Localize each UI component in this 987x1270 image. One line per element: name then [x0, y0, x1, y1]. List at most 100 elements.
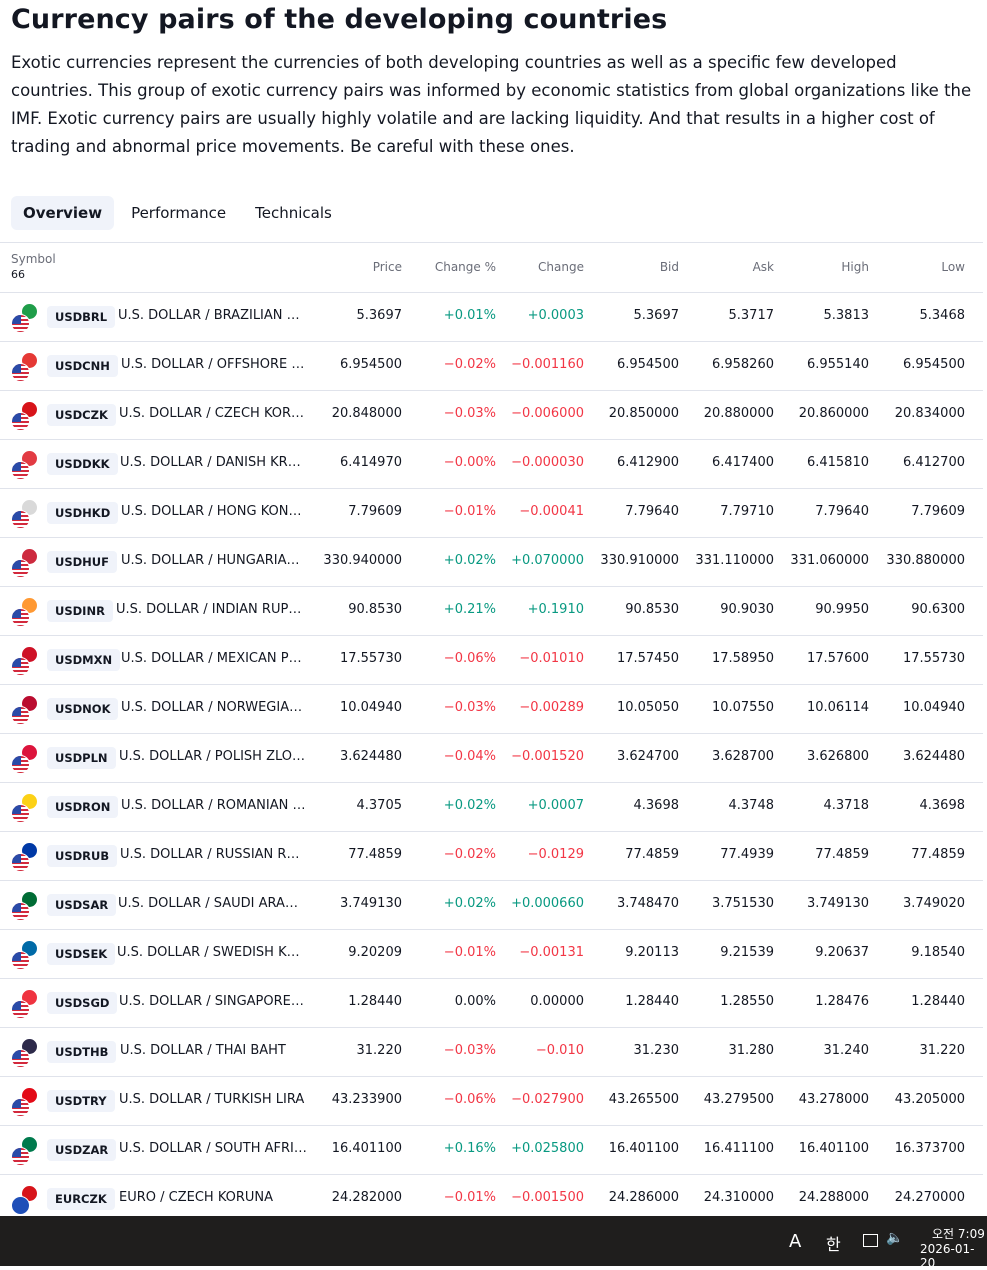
- cell-high: 16.401100: [798, 1141, 869, 1156]
- column-header-low[interactable]: Low: [941, 260, 965, 274]
- cell-ask: 1.28550: [720, 994, 774, 1009]
- table-row[interactable]: USDCNH U.S. DOLLAR / OFFSHORE C... 6.95450…: [0, 342, 983, 391]
- tab-overview[interactable]: Overview: [11, 196, 115, 230]
- symbol-badge[interactable]: USDSAR: [47, 894, 117, 916]
- symbol-badge[interactable]: USDSGD: [47, 992, 118, 1014]
- cell-ask: 9.21539: [720, 945, 774, 960]
- currency-pair-name[interactable]: U.S. DOLLAR / BRAZILIAN R...: [118, 308, 306, 323]
- column-header-high[interactable]: High: [841, 260, 869, 274]
- table-row[interactable]: USDRON U.S. DOLLAR / ROMANIAN L... 4.3705 +…: [0, 783, 983, 832]
- table-row[interactable]: USDBRL U.S. DOLLAR / BRAZILIAN R... 5.3697…: [0, 293, 983, 342]
- cell-price: 3.624480: [339, 749, 402, 764]
- table-row[interactable]: USDSGD U.S. DOLLAR / SINGAPORE D... 1.2844…: [0, 979, 983, 1028]
- symbol-badge[interactable]: EURCZK: [47, 1188, 115, 1210]
- currency-pair-name[interactable]: U.S. DOLLAR / MEXICAN PESO: [121, 651, 309, 666]
- symbol-badge[interactable]: USDNOK: [47, 698, 119, 720]
- currency-pair-name[interactable]: U.S. DOLLAR / THAI BAHT: [120, 1043, 308, 1058]
- currency-flag-icon: [11, 647, 37, 676]
- currency-pair-name[interactable]: U.S. DOLLAR / SINGAPORE D...: [119, 994, 307, 1009]
- table-row[interactable]: USDZAR U.S. DOLLAR / SOUTH AFRIC... 16.401…: [0, 1126, 983, 1175]
- cell-ask: 31.280: [728, 1043, 775, 1058]
- symbol-badge[interactable]: USDTRY: [47, 1090, 115, 1112]
- clock-time[interactable]: 오전 7:09: [932, 1225, 985, 1242]
- symbol-badge[interactable]: USDPLN: [47, 747, 116, 769]
- currency-pair-name[interactable]: U.S. DOLLAR / INDIAN RUPEE: [116, 602, 304, 617]
- table-row[interactable]: USDSEK U.S. DOLLAR / SWEDISH KRO... 9.2020…: [0, 930, 983, 979]
- currency-flag-icon: [11, 549, 37, 578]
- table-row[interactable]: USDHUF U.S. DOLLAR / HUNGARIAN ... 330.940…: [0, 538, 983, 587]
- column-header-ask[interactable]: Ask: [753, 260, 774, 274]
- currency-pair-name[interactable]: U.S. DOLLAR / HONG KONG ...: [121, 504, 309, 519]
- currency-pair-name[interactable]: U.S. DOLLAR / OFFSHORE C...: [121, 357, 309, 372]
- symbol-badge[interactable]: USDCZK: [47, 404, 116, 426]
- symbol-badge[interactable]: USDRUB: [47, 845, 118, 867]
- currency-flag-icon: [11, 1088, 37, 1117]
- cell-low: 43.205000: [894, 1092, 965, 1107]
- cell-low: 31.220: [919, 1043, 966, 1058]
- table-row[interactable]: USDNOK U.S. DOLLAR / NORWEGIAN ... 10.0494…: [0, 685, 983, 734]
- cell-high: 5.3813: [823, 308, 870, 323]
- symbol-badge[interactable]: USDSEK: [47, 943, 116, 965]
- cell-change: −0.001500: [511, 1190, 584, 1205]
- cell-change: +0.025800: [511, 1141, 584, 1156]
- cell-change: +0.0007: [527, 798, 584, 813]
- cell-change-pct: +0.21%: [443, 602, 496, 617]
- table-row[interactable]: USDMXN U.S. DOLLAR / MEXICAN PESO 17.55730…: [0, 636, 983, 685]
- cell-price: 1.28440: [348, 994, 402, 1009]
- page: Currency pairs of the developing countri…: [0, 0, 987, 1216]
- table-row[interactable]: USDTRY U.S. DOLLAR / TURKISH LIRA 43.23390…: [0, 1077, 983, 1126]
- cell-high: 43.278000: [798, 1092, 869, 1107]
- network-icon[interactable]: [863, 1234, 878, 1247]
- cell-ask: 24.310000: [703, 1190, 774, 1205]
- volume-icon[interactable]: 🔈: [886, 1230, 903, 1246]
- currency-pair-name[interactable]: U.S. DOLLAR / HUNGARIAN ...: [121, 553, 309, 568]
- currency-pair-name[interactable]: U.S. DOLLAR / NORWEGIAN ...: [121, 700, 309, 715]
- table-row[interactable]: USDTHB U.S. DOLLAR / THAI BAHT 31.220 −0.03…: [0, 1028, 983, 1077]
- table-row[interactable]: USDHKD U.S. DOLLAR / HONG KONG ... 7.79609…: [0, 489, 983, 538]
- tab-performance[interactable]: Performance: [119, 196, 238, 230]
- symbol-count: 66: [11, 268, 25, 281]
- table-row[interactable]: USDDKK U.S. DOLLAR / DANISH KRONE 6.414970…: [0, 440, 983, 489]
- table-row[interactable]: EURCZK EURO / CZECH KORUNA 24.282000 −0.01%…: [0, 1175, 983, 1216]
- ime-mode-indicator[interactable]: A: [789, 1231, 801, 1252]
- ime-language-indicator[interactable]: 한: [826, 1231, 841, 1255]
- column-header-change-pct[interactable]: Change %: [435, 260, 496, 274]
- cell-change-pct: −0.01%: [443, 945, 496, 960]
- cell-bid: 7.79640: [625, 504, 679, 519]
- currency-pair-name[interactable]: U.S. DOLLAR / SAUDI ARABI...: [118, 896, 306, 911]
- currency-flag-icon: [11, 500, 37, 529]
- table-row[interactable]: USDRUB U.S. DOLLAR / RUSSIAN RUB... 77.485…: [0, 832, 983, 881]
- cell-change-pct: +0.02%: [443, 798, 496, 813]
- currency-pair-name[interactable]: U.S. DOLLAR / RUSSIAN RUB...: [120, 847, 308, 862]
- currency-pair-name[interactable]: U.S. DOLLAR / TURKISH LIRA: [119, 1092, 307, 1107]
- currency-pair-name[interactable]: EURO / CZECH KORUNA: [119, 1190, 307, 1205]
- symbol-badge[interactable]: USDMXN: [47, 649, 121, 671]
- symbol-badge[interactable]: USDRON: [47, 796, 119, 818]
- column-header-symbol[interactable]: Symbol: [11, 252, 56, 266]
- column-header-change[interactable]: Change: [538, 260, 584, 274]
- currency-pair-name[interactable]: U.S. DOLLAR / SOUTH AFRIC...: [119, 1141, 307, 1156]
- currency-pair-name[interactable]: U.S. DOLLAR / CZECH KORU...: [119, 406, 307, 421]
- table-row[interactable]: USDSAR U.S. DOLLAR / SAUDI ARABI... 3.7491…: [0, 881, 983, 930]
- table-row[interactable]: USDPLN U.S. DOLLAR / POLISH ZLOTY 3.624480…: [0, 734, 983, 783]
- symbol-badge[interactable]: USDINR: [47, 600, 113, 622]
- currency-pair-name[interactable]: U.S. DOLLAR / DANISH KRONE: [120, 455, 308, 470]
- currency-pair-name[interactable]: U.S. DOLLAR / POLISH ZLOTY: [119, 749, 307, 764]
- symbol-badge[interactable]: USDTHB: [47, 1041, 117, 1063]
- column-header-bid[interactable]: Bid: [660, 260, 679, 274]
- tab-technicals[interactable]: Technicals: [243, 196, 344, 230]
- symbol-badge[interactable]: USDHKD: [47, 502, 119, 524]
- currency-flag-icon: [11, 1137, 37, 1166]
- currency-pair-name[interactable]: U.S. DOLLAR / SWEDISH KRO...: [117, 945, 305, 960]
- column-header-price[interactable]: Price: [373, 260, 402, 274]
- cell-price: 4.3705: [356, 798, 403, 813]
- cell-ask: 10.07550: [711, 700, 774, 715]
- symbol-badge[interactable]: USDDKK: [47, 453, 118, 475]
- symbol-badge[interactable]: USDBRL: [47, 306, 116, 328]
- symbol-badge[interactable]: USDZAR: [47, 1139, 117, 1161]
- symbol-badge[interactable]: USDHUF: [47, 551, 117, 573]
- table-row[interactable]: USDCZK U.S. DOLLAR / CZECH KORU... 20.8480…: [0, 391, 983, 440]
- table-row[interactable]: USDINR U.S. DOLLAR / INDIAN RUPEE 90.8530 +…: [0, 587, 983, 636]
- currency-pair-name[interactable]: U.S. DOLLAR / ROMANIAN L...: [121, 798, 309, 813]
- symbol-badge[interactable]: USDCNH: [47, 355, 118, 377]
